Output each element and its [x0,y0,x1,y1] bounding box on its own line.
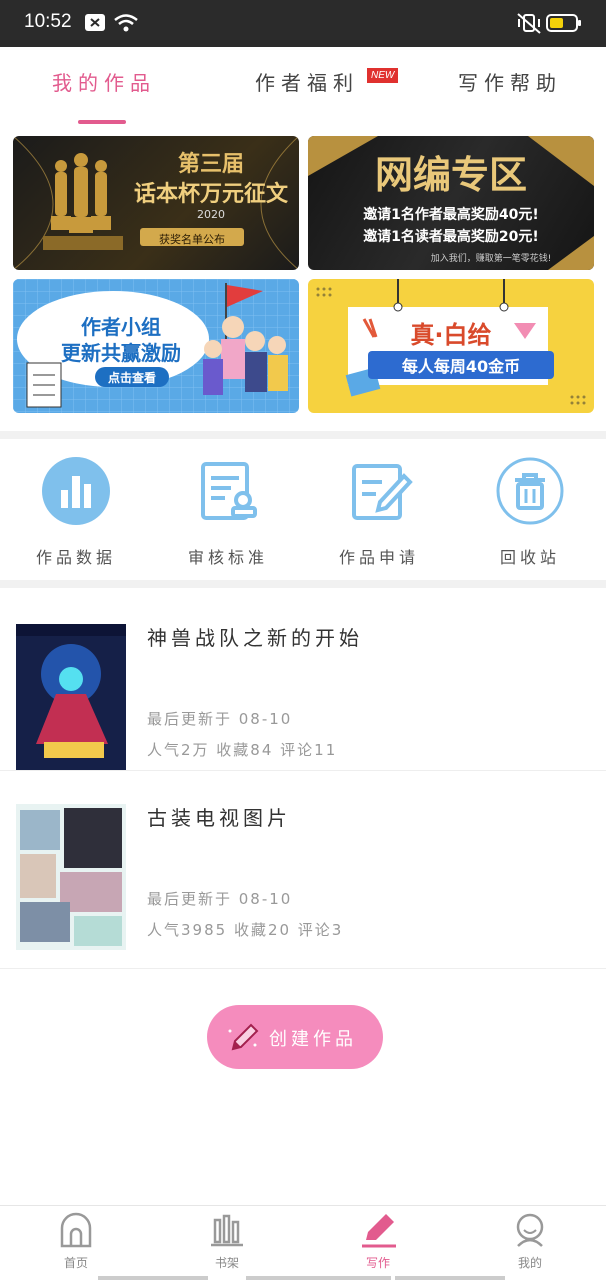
nav-write[interactable]: 写作 [328,1212,428,1271]
gesture-bar [98,1276,208,1280]
banner3-line2: 更新共赢激励 [61,341,181,365]
nav-home[interactable]: 首页 [26,1212,126,1271]
banner-essay-contest[interactable]: 第三届 话本杯万元征文 2020 获奖名单公布 [13,136,299,270]
battery-icon [546,14,581,32]
quick-recycle-bin[interactable]: 回收站 [470,456,590,568]
bookshelf-icon [211,1214,243,1247]
nav-label: 写作 [365,1256,390,1270]
quick-work-apply[interactable]: 作品申请 [319,456,439,568]
nav-label: 我的 [517,1256,542,1270]
banner1-year: 2020 [197,208,225,221]
quick-review-standard[interactable]: 审核标准 [168,456,288,568]
banner2-title: 网编专区 [374,153,527,197]
tab-author-benefits[interactable]: 作者福利 [255,67,359,96]
clipboard-icon [26,362,62,408]
new-badge: NEW [367,68,399,83]
banner3-line1: 作者小组 [81,315,161,339]
banner2-line2: 邀请1名读者最高奖励20元! [363,229,539,245]
list-item[interactable]: 神兽战队之新的开始 最后更新于 08-10 人气2万 收藏84 评论11 [0,590,606,771]
tab-writing-help[interactable]: 写作帮助 [458,67,562,96]
create-work-button[interactable]: 创建作品 [207,1005,383,1069]
work-title[interactable]: 古装电视图片 [147,802,291,831]
nav-label: 书架 [214,1256,239,1270]
quick-label: 作品数据 [35,548,116,567]
work-updated: 最后更新于 08-10 [147,710,293,728]
quick-entries: 作品数据 审核标准 作品申请 回收站 [0,440,606,580]
nav-profile[interactable]: 我的 [480,1212,580,1271]
banner4-line1: 真·白给 [410,321,492,349]
banner-author-group[interactable]: 作者小组 更新共赢激励 点击查看 [13,279,299,413]
robot-poster-image [16,624,126,770]
edit-document-icon [352,464,413,520]
banner4-line2: 每人每周40金币 [368,351,554,379]
nav-bookshelf[interactable]: 书架 [177,1212,277,1271]
gesture-bar [395,1276,505,1280]
pen-icon [362,1214,396,1248]
mute-vibrate-icon [517,13,541,34]
tab-active-indicator [78,120,126,124]
banner1-line1: 第三届 [177,152,244,177]
drama-collage-image [16,804,126,950]
create-work-label: 创建作品 [269,1029,357,1050]
quick-label: 作品申请 [338,548,419,567]
work-stats: 人气3985 收藏20 评论3 [147,921,344,939]
section-divider [0,431,606,439]
work-title[interactable]: 神兽战队之新的开始 [147,622,363,651]
home-icon [60,1212,92,1248]
banner1-button[interactable]: 获奖名单公布 [140,228,244,246]
bottom-nav: 首页 书架 写作 我的 [0,1205,606,1281]
document-stamp-icon [201,462,257,520]
gesture-bar [246,1276,391,1280]
work-updated: 最后更新于 08-10 [147,890,293,908]
banner2-line1: 邀请1名作者最高奖励40元! [363,207,539,223]
list-item[interactable]: 古装电视图片 最后更新于 08-10 人气3985 收藏20 评论3 [0,788,606,969]
banner3-button[interactable]: 点击查看 [95,367,169,387]
work-cover [16,804,126,950]
tab-my-works[interactable]: 我的作品 [52,67,156,96]
quick-label: 回收站 [499,548,560,567]
top-tabs: 我的作品 作者福利 NEW 写作帮助 [0,47,606,128]
banner-free-coins[interactable]: 真·白给 每人每周40金币 [308,279,594,413]
pencil-icon [228,1023,259,1051]
banner-editor-zone[interactable]: 网编专区 邀请1名作者最高奖励40元! 邀请1名读者最高奖励20元! 加入我们，… [308,136,594,270]
banner1-line2: 话本杯万元征文 [133,182,288,207]
bar-chart-icon [42,457,110,525]
trash-icon [496,457,564,525]
section-divider [0,580,606,588]
banner2-footnote: 加入我们，赚取第一笔零花钱! [430,254,552,264]
notification-icon [85,14,105,31]
wifi-icon [114,14,138,32]
status-bar: 10:52 [0,0,606,47]
status-time: 10:52 [24,11,72,32]
banner-grid: 第三届 话本杯万元征文 2020 获奖名单公布 网编专区 邀请1名作者最高奖励4… [0,127,606,431]
nav-label: 首页 [63,1256,88,1270]
work-cover [16,624,126,770]
quick-work-data[interactable]: 作品数据 [16,456,136,568]
profile-icon [516,1213,544,1247]
quick-label: 审核标准 [187,548,268,567]
work-stats: 人气2万 收藏84 评论11 [147,741,338,759]
